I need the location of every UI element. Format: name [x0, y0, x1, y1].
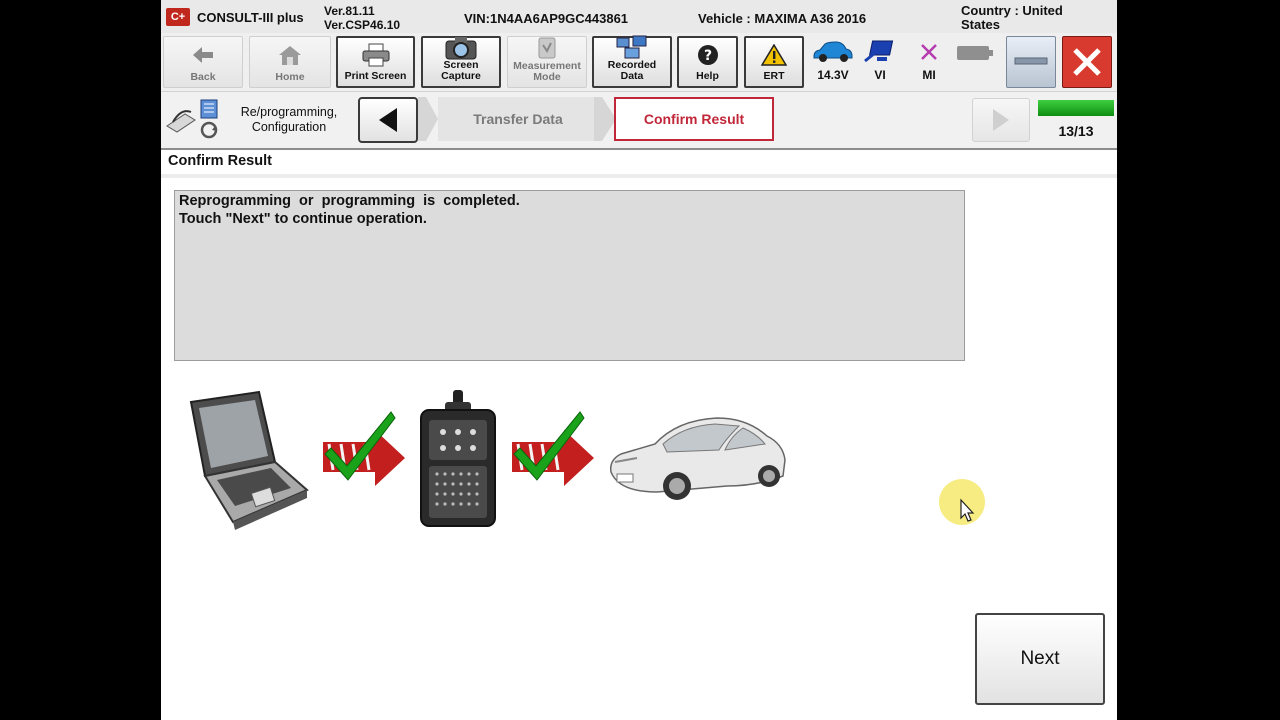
measurement-mode-button[interactable]: Measurement Mode — [507, 36, 587, 88]
recorded-data-button[interactable]: Recorded Data — [592, 35, 672, 88]
step-transfer-data: Transfer Data — [473, 111, 563, 127]
mi-disconnected-icon — [921, 44, 937, 60]
app-name: CONSULT-III plus — [197, 10, 304, 25]
vehicle-label: Vehicle : MAXIMA A36 2016 — [698, 11, 867, 26]
function-name-line-1: Re/programming, — [240, 105, 338, 119]
next-button[interactable]: Next — [975, 613, 1105, 705]
arrow-left-icon — [379, 108, 397, 132]
progress-text: 13/13 — [1058, 123, 1094, 139]
step-bar: Re/programming, Configuration Transfer D… — [161, 91, 1117, 150]
section-divider — [161, 174, 1117, 178]
transfer-ok-arrow-2-icon — [512, 411, 594, 486]
help-label: Help — [696, 70, 719, 82]
vin-label: VIN:1N4AA6AP9GC443861 — [464, 11, 629, 26]
consult-logo-icon: C+ — [166, 8, 190, 26]
screen-capture-label-2: Capture — [441, 70, 481, 82]
message-box: Reprogramming or programming is complete… — [174, 190, 965, 361]
car-status-icon — [813, 41, 853, 62]
back-arrow-icon — [193, 46, 213, 63]
vi-label: VI — [874, 68, 886, 82]
message-line-2: Touch "Next" to continue operation. — [179, 211, 427, 227]
laptop-icon — [189, 390, 309, 530]
mi-status: MI — [907, 36, 951, 88]
toolbar: Back Home Print Screen Screen Capture Me… — [161, 33, 1117, 91]
screen-capture-button[interactable]: Screen Capture — [421, 36, 501, 88]
version-main: Ver.81.11 — [324, 4, 375, 18]
battery-voltage-status: 14.3V — [811, 36, 855, 88]
help-icon: ? — [697, 44, 718, 65]
ert-label: ERT — [763, 70, 785, 82]
step-confirm-result: Confirm Result — [614, 97, 774, 141]
battery-indicator — [953, 36, 997, 88]
minimize-button[interactable] — [1006, 36, 1056, 88]
help-button[interactable]: ? Help — [677, 36, 738, 88]
next-step-button[interactable] — [972, 98, 1030, 142]
previous-step-button[interactable] — [358, 97, 418, 143]
print-screen-label: Print Screen — [344, 70, 407, 82]
home-button[interactable]: Home — [249, 36, 331, 88]
measurement-label-2: Mode — [533, 71, 561, 83]
progress-bar — [1038, 100, 1114, 116]
back-label: Back — [190, 71, 216, 83]
close-button[interactable] — [1062, 36, 1112, 88]
cursor-highlight-icon — [939, 479, 985, 525]
vehicle-interface-icon — [420, 390, 496, 527]
recorded-label-2: Data — [620, 70, 644, 82]
measurement-icon — [538, 37, 556, 59]
transfer-ok-arrow-1-icon — [323, 411, 405, 486]
camera-icon — [445, 37, 477, 60]
vi-status: VI — [858, 36, 902, 88]
mi-label: MI — [922, 68, 936, 82]
country-label: Country : United States — [961, 3, 1063, 32]
recorded-data-icon — [616, 35, 647, 59]
function-name-line-2: Configuration — [251, 120, 327, 134]
reprogramming-icon — [166, 99, 218, 139]
version-csp: Ver.CSP46.10 — [324, 18, 401, 32]
print-screen-button[interactable]: Print Screen — [336, 36, 415, 88]
home-icon — [279, 45, 301, 65]
close-icon — [1073, 48, 1101, 76]
warning-icon — [761, 43, 787, 66]
minimize-icon — [1014, 57, 1048, 65]
title-bar: C+ CONSULT-III plus Ver.81.11 Ver.CSP46.… — [161, 0, 1117, 34]
message-line-1: Reprogramming or programming is complete… — [179, 193, 520, 209]
progress-bar-fill — [1038, 100, 1114, 116]
arrow-right-icon — [993, 109, 1009, 131]
home-label: Home — [275, 71, 305, 83]
battery-icon — [957, 46, 993, 60]
back-button[interactable]: Back — [163, 36, 243, 88]
vehicle-car-icon — [609, 417, 786, 500]
battery-voltage-value: 14.3V — [817, 68, 849, 82]
printer-icon — [362, 43, 389, 66]
vi-connection-icon — [864, 40, 894, 63]
function-name: Re/programming, Configuration — [239, 105, 339, 135]
consult-window: C+ CONSULT-III plus Ver.81.11 Ver.CSP46.… — [161, 0, 1117, 720]
svg-text:?: ? — [703, 48, 711, 64]
ert-button[interactable]: ERT — [744, 36, 804, 88]
section-title: Confirm Result — [168, 153, 272, 169]
